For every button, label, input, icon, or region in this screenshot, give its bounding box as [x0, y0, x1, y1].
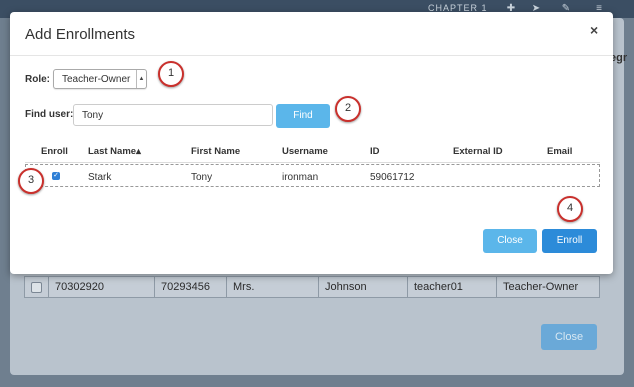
background-cell: Teacher-Owner: [503, 281, 579, 293]
background-cell: Mrs.: [227, 277, 319, 297]
modal-divider: [10, 55, 613, 56]
callout-1: 1: [158, 61, 184, 87]
background-table-row: 70302920 70293456 Mrs. Johnson teacher01…: [24, 276, 600, 298]
find-user-input[interactable]: Tony: [73, 104, 273, 126]
cell-last-name: Stark: [88, 172, 112, 183]
add-enrollments-modal: Add Enrollments × Role: Teacher-Owner ▲ …: [10, 12, 613, 274]
column-header-username[interactable]: Username: [282, 146, 328, 157]
background-cell: teacher01: [408, 277, 497, 297]
column-header-first-name[interactable]: First Name: [191, 146, 240, 157]
column-header-external-id[interactable]: External ID: [453, 146, 503, 157]
role-label: Role:: [25, 74, 50, 85]
cell-username: ironman: [282, 172, 319, 183]
find-user-label: Find user:: [25, 109, 74, 120]
cell-first-name: Tony: [191, 172, 213, 183]
role-select[interactable]: Teacher-Owner ▲: [53, 69, 147, 89]
callout-4: 4: [557, 196, 583, 222]
table-header-divider: [25, 162, 600, 163]
close-icon[interactable]: ×: [590, 22, 598, 38]
enroll-button[interactable]: Enroll: [542, 229, 597, 253]
background-row-checkbox-cell: [25, 277, 49, 297]
background-close-button[interactable]: Close: [541, 324, 597, 350]
column-header-last-name[interactable]: Last Name▴: [88, 146, 141, 157]
enroll-checkbox[interactable]: ✓: [52, 172, 60, 180]
modal-title: Add Enrollments: [25, 26, 136, 43]
column-header-enroll: Enroll: [41, 146, 68, 157]
updown-arrow-icon: ▲: [136, 70, 146, 88]
background-cell: Johnson: [319, 277, 408, 297]
column-header-email[interactable]: Email: [547, 146, 572, 157]
column-header-id[interactable]: ID: [370, 146, 380, 157]
sort-ascending-icon: ▴: [136, 146, 141, 157]
background-row-checkbox[interactable]: [31, 282, 42, 293]
background-cell: 70302920: [49, 277, 155, 297]
close-button[interactable]: Close: [483, 229, 537, 253]
find-button[interactable]: Find: [276, 104, 330, 128]
cell-id: 59061712: [370, 172, 415, 183]
background-cell: 70293456: [155, 277, 227, 297]
column-header-last-name-label: Last Name: [88, 146, 137, 157]
callout-3: 3: [18, 168, 44, 194]
callout-2: 2: [335, 96, 361, 122]
role-select-value: Teacher-Owner: [62, 74, 131, 85]
